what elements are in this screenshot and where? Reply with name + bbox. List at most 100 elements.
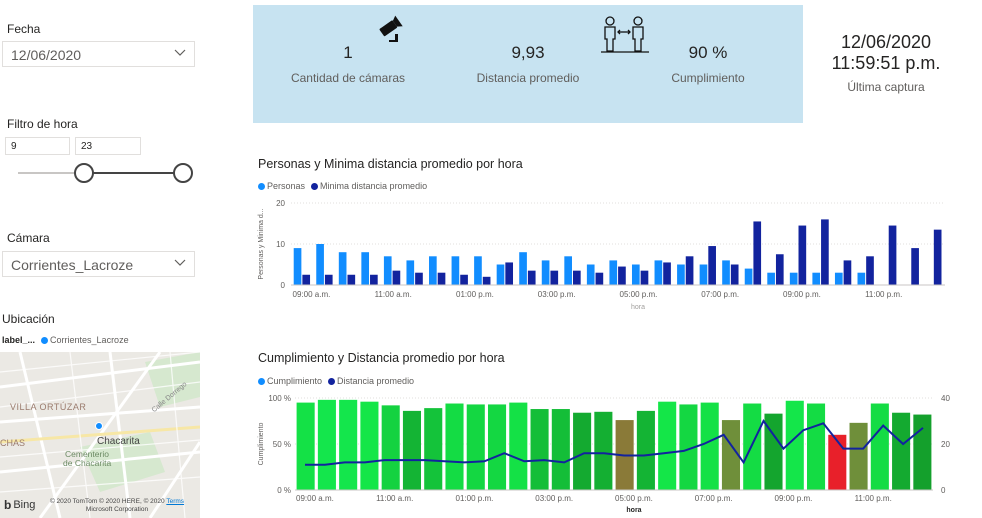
last-capture-date: 12/06/2020 (840, 32, 932, 52)
bar-min-distance (392, 270, 401, 285)
y-tick-label: 50 % (273, 440, 291, 449)
bar-min-distance (437, 272, 446, 285)
x-tick-label: 11:00 p.m. (865, 290, 902, 299)
bar-min-distance (866, 256, 874, 285)
y2-tick-label: 0 (941, 486, 946, 495)
cameras-label: Cantidad de cámaras (290, 71, 406, 85)
bar-personas (789, 272, 798, 285)
map-label-de-chacarita: de Chacarita (63, 458, 112, 468)
bar-cumplimiento (892, 412, 911, 490)
map-label-chas: CHAS (0, 438, 26, 448)
bar-cumplimiento (743, 403, 762, 490)
date-slicer-title: Fecha (7, 22, 41, 36)
map-attribution-text: © 2020 TomTom © 2020 HERE, © 2020 (49, 498, 165, 505)
y-tick-label: 10 (276, 240, 285, 249)
bar-cumplimiento (913, 414, 932, 490)
hour-slider-range (86, 172, 182, 174)
bar-cumplimiento (466, 404, 485, 490)
hour-max-input[interactable]: 23 (75, 137, 141, 155)
bar-min-distance (640, 270, 649, 285)
hour-slider-min-handle[interactable] (74, 163, 94, 183)
legend-item-distancia[interactable]: Distancia promedio (328, 376, 414, 386)
x-tick-label: 03:00 p.m. (535, 494, 573, 503)
y-axis-label: Cumplimiento (258, 422, 265, 465)
chart2-plot[interactable]: 0 % 50 % 100 % 0 20 40 Cumplimiento 09:00 a.m. 1… (253, 388, 981, 518)
x-tick-label: 01:00 p.m. (456, 290, 494, 299)
bar-min-distance (595, 272, 604, 285)
x-tick-label: 07:00 p.m. (695, 494, 733, 503)
camera-slicer-title: Cámara (7, 231, 50, 245)
y2-tick-label: 40 (941, 394, 950, 403)
bar-cumplimiento (828, 434, 847, 490)
chart2-title: Cumplimiento y Distancia promedio por ho… (258, 351, 505, 365)
hour-filter-title: Filtro de hora (7, 117, 78, 131)
chart1-plot[interactable]: 0 10 20 Personas y Minima d... 09:00 a.m. 11:… (253, 193, 973, 323)
bar-min-distance (663, 262, 671, 285)
map-attribution: © 2020 TomTom © 2020 HERE, © 2020 Terms … (32, 498, 200, 514)
map-attribution-line2: Microsoft Corporation (85, 506, 149, 513)
bar-personas (564, 256, 572, 285)
bar-personas (812, 272, 821, 285)
bar-cumplimiento (573, 412, 592, 490)
bar-cumplimiento (806, 403, 826, 490)
location-map[interactable]: VILLA ORTÚZAR Chacarita Cementerio de Ch… (0, 352, 200, 518)
bing-icon: b (4, 498, 12, 512)
chart1-legend: Personas Minima distancia promedio (258, 181, 427, 191)
last-capture-label: Última captura (847, 80, 925, 94)
bar-personas (519, 252, 527, 285)
last-capture-time: 11:59:51 p.m. (831, 53, 941, 73)
camera-dropdown-value: Corrientes_Lacroze (11, 257, 134, 273)
bar-personas (361, 252, 370, 285)
bar-cumplimiento (445, 403, 464, 490)
cameras-value: 1 (343, 43, 353, 62)
camera-icon (379, 15, 403, 42)
bar-personas (609, 260, 618, 285)
chevron-down-icon (174, 259, 186, 266)
map-terms-link[interactable]: Terms (166, 498, 184, 505)
bar-min-distance (302, 274, 311, 285)
x-tick-label: 11:00 a.m. (376, 494, 413, 503)
map-legend-item-label: Corrientes_Lacroze (50, 335, 129, 345)
bar-personas (654, 260, 663, 285)
x-axis-label: hora (631, 304, 645, 311)
bar-min-distance (821, 219, 829, 285)
compliance-value: 90 % (688, 43, 728, 62)
legend-label-distancia: Distancia promedio (337, 376, 415, 386)
bar-personas (406, 260, 415, 285)
bar-min-distance (527, 270, 536, 285)
map-pin (95, 422, 103, 430)
bar-min-distance (798, 225, 807, 285)
hour-min-input[interactable]: 9 (5, 137, 70, 155)
chevron-down-icon (174, 49, 186, 56)
bar-min-distance (685, 256, 694, 285)
bar-personas (496, 264, 505, 285)
bar-min-distance (460, 274, 468, 285)
y-tick-label: 20 (276, 199, 285, 208)
legend-label-personas: Personas (267, 181, 306, 191)
bar-cumplimiento (636, 410, 655, 490)
legend-dot-icon (258, 377, 265, 385)
map-legend-field: label_... (2, 335, 36, 345)
bar-cumplimiento (424, 408, 443, 490)
legend-item-personas[interactable]: Personas (258, 181, 305, 191)
x-tick-label: 01:00 p.m. (456, 494, 494, 503)
date-dropdown[interactable]: 12/06/2020 (2, 41, 195, 67)
bar-personas (474, 256, 482, 285)
y2-tick-label: 20 (941, 440, 950, 449)
bar-personas (744, 268, 753, 285)
map-label-chacarita: Chacarita (97, 436, 140, 447)
bar-personas (699, 264, 708, 285)
bar-min-distance (550, 270, 559, 285)
hour-slider-max-handle[interactable] (173, 163, 193, 183)
x-tick-label: 09:00 a.m. (296, 494, 334, 503)
bar-min-distance (730, 264, 739, 285)
camera-dropdown[interactable]: Corrientes_Lacroze (2, 251, 195, 277)
x-tick-label: 11:00 p.m. (855, 494, 892, 503)
legend-item-min-distance[interactable]: Minima distancia promedio (311, 181, 427, 191)
x-tick-label: 05:00 p.m. (620, 290, 658, 299)
bar-min-distance (911, 248, 919, 285)
legend-dot-icon (258, 182, 265, 190)
compliance-label: Cumplimiento (671, 71, 745, 85)
bar-personas (631, 264, 640, 285)
legend-item-cumplimiento[interactable]: Cumplimiento (258, 376, 322, 386)
